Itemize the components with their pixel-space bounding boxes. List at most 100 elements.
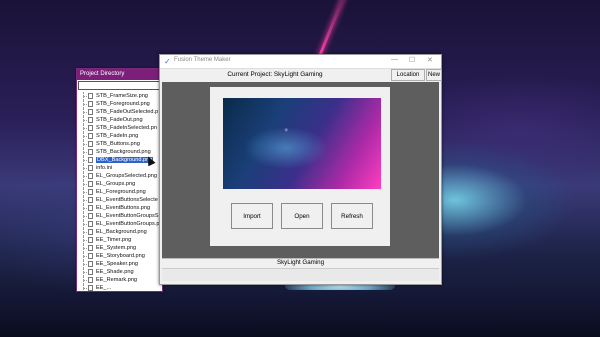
file-tree-item[interactable]: STB_FadeInSelected.pn: [77, 124, 162, 132]
file-name: EE_Storyboard.png: [96, 253, 145, 259]
tree-branch: [83, 224, 87, 225]
file-icon: [88, 149, 93, 155]
directory-search-input[interactable]: [78, 81, 161, 90]
current-project-label: Current Project: SkyLight Gaming: [227, 71, 323, 78]
file-tree-item[interactable]: EE_Remark.png: [77, 276, 162, 284]
file-name: EE_Speaker.png: [96, 261, 138, 267]
file-icon: [88, 197, 93, 203]
file-tree-item[interactable]: EL_EventButtonGroups.p: [77, 220, 162, 228]
file-tree-item[interactable]: STB_Buttons.png: [77, 140, 162, 148]
file-tree-item[interactable]: STB_FrameSize.png: [77, 92, 162, 100]
project-directory-title: Project Directory: [77, 69, 162, 80]
file-tree-item[interactable]: EE_...: [77, 284, 162, 291]
tree-branch: [83, 232, 87, 233]
tree-branch: [83, 208, 87, 209]
file-tree-item[interactable]: EL_GroupsSelected.png: [77, 172, 162, 180]
file-name: EL_Foreground.png: [96, 189, 146, 195]
location-button[interactable]: Location: [391, 69, 425, 81]
file-name: EE_...: [96, 285, 112, 291]
file-icon: [88, 205, 93, 211]
window-titlebar: ✓ Fusion Theme Maker — ☐ ✕: [160, 55, 441, 69]
file-tree-item[interactable]: EL_EventButtonsSelecte: [77, 196, 162, 204]
file-tree-item[interactable]: STB_FadeOutSelected.p: [77, 108, 162, 116]
close-button[interactable]: ✕: [427, 56, 433, 64]
file-icon: [88, 165, 93, 171]
file-tree-item[interactable]: EL_Background.png: [77, 228, 162, 236]
tree-branch: [83, 200, 87, 201]
maximize-button[interactable]: ☐: [409, 56, 415, 64]
file-icon: [88, 133, 93, 139]
file-name: STB_FadeIn.png: [96, 133, 139, 139]
file-name: EL_EventButtonGroups.p: [96, 221, 160, 227]
tree-branch: [83, 264, 87, 265]
background-preview-image: [223, 98, 381, 189]
file-tree-item[interactable]: EL_EventButtonGroupsS: [77, 212, 162, 220]
file-tree-item[interactable]: STB_FadeOut.png: [77, 116, 162, 124]
tree-branch: [83, 160, 87, 161]
bottom-bar: [162, 268, 439, 281]
tree-branch: [83, 112, 87, 113]
tree-branch: [83, 240, 87, 241]
tree-branch: [83, 288, 87, 289]
toolbar: Current Project: SkyLight Gaming Locatio…: [160, 69, 442, 82]
file-name: STB_Foreground.png: [96, 101, 150, 107]
file-tree-item[interactable]: EE_System.png: [77, 244, 162, 252]
tree-branch: [83, 168, 87, 169]
file-icon: [88, 157, 93, 163]
file-name: STB_FrameSize.png: [96, 93, 148, 99]
tree-branch: [83, 192, 87, 193]
file-icon: [88, 125, 93, 131]
tree-branch: [83, 128, 87, 129]
file-tree-item[interactable]: STB_FadeIn.png: [77, 132, 162, 140]
file-name: STB_FadeOutSelected.p: [96, 109, 159, 115]
file-icon: [88, 189, 93, 195]
file-tree: STB_FrameSize.png STB_Foreground.png STB_F…: [77, 92, 162, 291]
file-icon: [88, 229, 93, 235]
file-tree-item[interactable]: EE_Speaker.png: [77, 260, 162, 268]
file-icon: [88, 253, 93, 259]
tree-branch: [83, 280, 87, 281]
file-tree-item[interactable]: STB_Foreground.png: [77, 100, 162, 108]
new-button[interactable]: New: [426, 69, 442, 81]
file-icon: [88, 117, 93, 123]
file-tree-item[interactable]: EE_Shade.png: [77, 268, 162, 276]
file-name: EL_EventButtonGroupsS: [96, 213, 159, 219]
file-icon: [88, 245, 93, 251]
file-tree-item[interactable]: EE_Storyboard.png: [77, 252, 162, 260]
file-name: EL_Groups.png: [96, 181, 136, 187]
file-icon: [88, 285, 93, 291]
tree-branch: [83, 104, 87, 105]
refresh-button[interactable]: Refresh: [331, 203, 373, 229]
tree-branch: [83, 96, 87, 97]
file-tree-item[interactable]: EL_Foreground.png: [77, 188, 162, 196]
window-title: Fusion Theme Maker: [174, 57, 231, 63]
file-icon: [88, 221, 93, 227]
pink-beam: [317, 0, 347, 58]
workspace-canvas: Import Open Refresh: [162, 82, 439, 258]
minimize-button[interactable]: —: [391, 56, 398, 63]
project-directory-window: Project Directory STB_FrameSize.png STB_F…: [76, 68, 163, 292]
tree-branch: [83, 152, 87, 153]
file-icon: [88, 269, 93, 275]
file-icon: [88, 173, 93, 179]
file-icon: [88, 141, 93, 147]
tree-branch: [83, 136, 87, 137]
file-icon: [88, 237, 93, 243]
file-name: EE_Timer.png: [96, 237, 132, 243]
file-tree-item[interactable]: EL_EventButtons.png: [77, 204, 162, 212]
file-name: EL_EventButtons.png: [96, 205, 151, 211]
tree-branch: [83, 176, 87, 177]
file-name: STB_Buttons.png: [96, 141, 140, 147]
file-tree-item[interactable]: EL_Groups.png: [77, 180, 162, 188]
import-button[interactable]: Import: [231, 203, 273, 229]
file-icon: [88, 261, 93, 267]
open-button[interactable]: Open: [281, 203, 323, 229]
file-name: EE_System.png: [96, 245, 137, 251]
file-name: STB_Background.png: [96, 149, 151, 155]
file-icon: [88, 109, 93, 115]
tree-branch: [83, 256, 87, 257]
file-name: EE_Shade.png: [96, 269, 134, 275]
file-tree-item[interactable]: EE_Timer.png: [77, 236, 162, 244]
file-icon: [88, 93, 93, 99]
file-name: STB_FadeOut.png: [96, 117, 143, 123]
